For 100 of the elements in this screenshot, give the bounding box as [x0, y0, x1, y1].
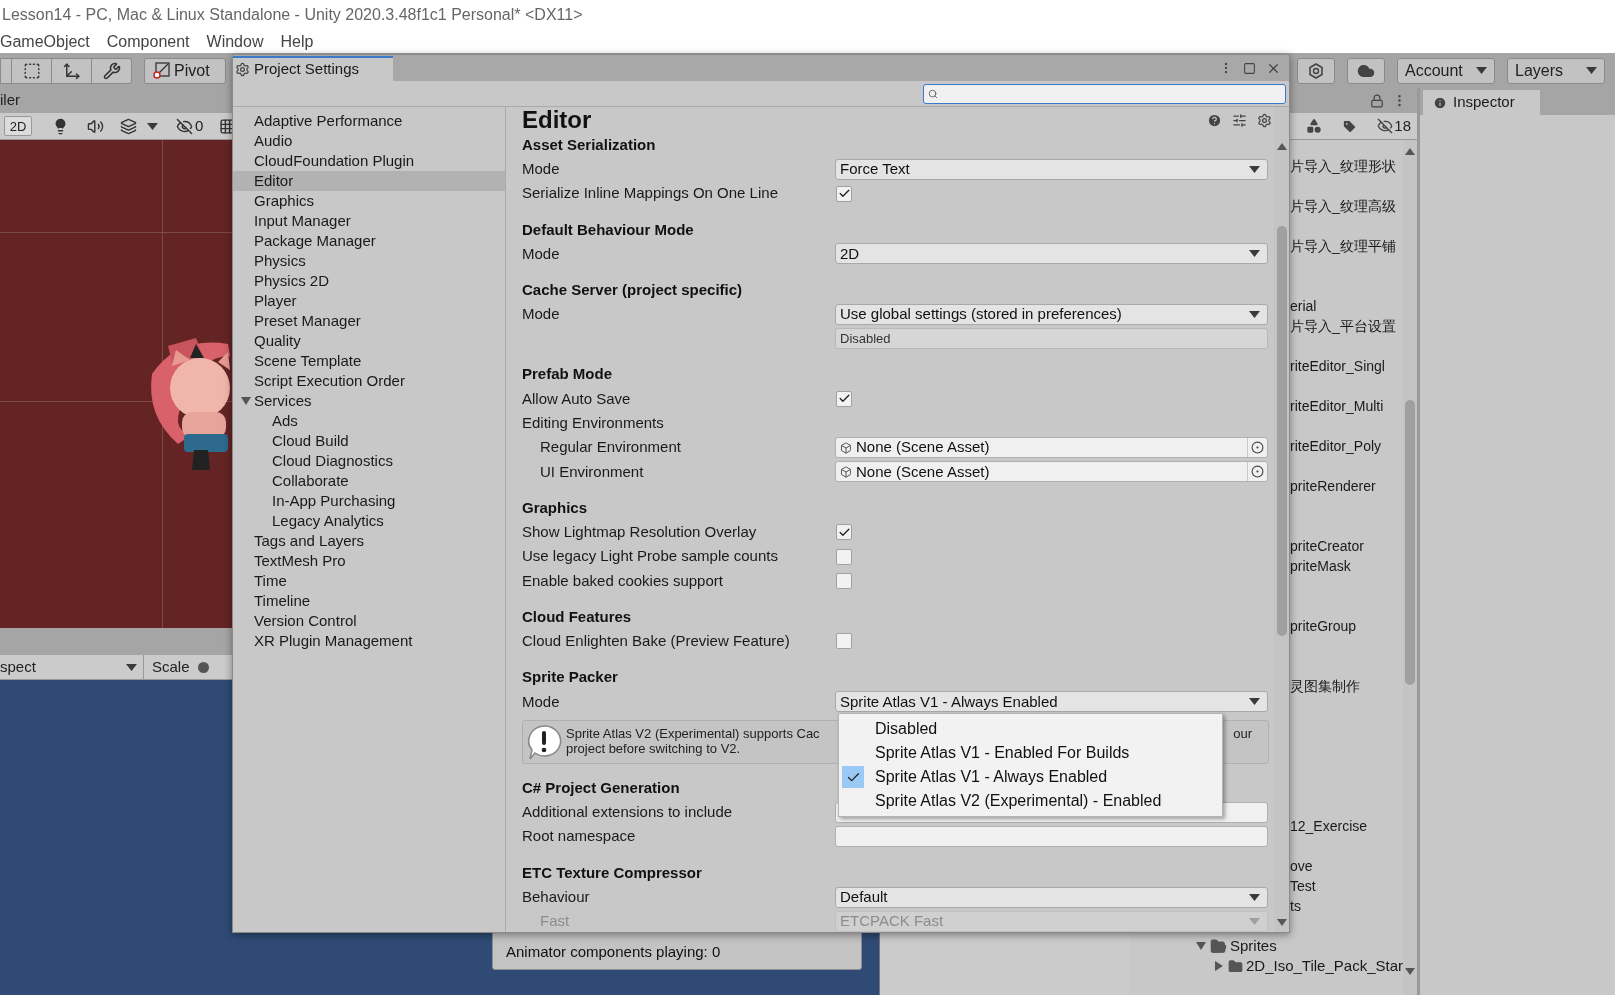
asset-item[interactable]: riteEditor_Poly: [1290, 435, 1382, 457]
audio-icon[interactable]: [87, 117, 104, 135]
preset-icon[interactable]: [1232, 112, 1247, 128]
asset-item[interactable]: Test: [1290, 875, 1316, 897]
asset-item[interactable]: 灵图集制作: [1290, 675, 1360, 697]
asset-item[interactable]: ove: [1290, 855, 1313, 877]
category-item[interactable]: In-App Purchasing: [233, 491, 505, 511]
asset-item[interactable]: riteEditor_Multi: [1290, 395, 1384, 417]
category-item[interactable]: Tags and Layers: [233, 531, 505, 551]
tree-item[interactable]: Sprites: [1130, 936, 1403, 956]
asset-item[interactable]: priteRenderer: [1290, 475, 1376, 497]
category-item[interactable]: Preset Manager: [233, 311, 505, 331]
search-field[interactable]: [923, 83, 1286, 104]
scale-slider-thumb[interactable]: [197, 661, 209, 673]
asset-item[interactable]: 片导入_纹理形状: [1290, 155, 1396, 177]
scroll-up-icon[interactable]: [1405, 148, 1415, 155]
menu-option[interactable]: Disabled: [839, 717, 1222, 741]
category-item[interactable]: Timeline: [233, 591, 505, 611]
category-item[interactable]: Cloud Build: [233, 431, 505, 451]
expand-arrow-icon[interactable]: [240, 395, 252, 407]
category-item[interactable]: Legacy Analytics: [233, 511, 505, 531]
dropdown[interactable]: Default: [835, 886, 1268, 908]
category-item[interactable]: TextMesh Pro: [233, 551, 505, 571]
category-item[interactable]: Version Control: [233, 611, 505, 631]
category-item[interactable]: Cloud Diagnostics: [233, 451, 505, 471]
panel-tab[interactable]: iler: [0, 89, 20, 112]
account-dropdown[interactable]: Account: [1397, 57, 1495, 84]
scroll-down-icon[interactable]: [1276, 919, 1287, 926]
tree-item[interactable]: 2D_Iso_Tile_Pack_Star: [1130, 956, 1403, 976]
asset-item[interactable]: 片导入_纹理平铺: [1290, 235, 1396, 257]
category-item[interactable]: Scene Template: [233, 351, 505, 371]
dropdown[interactable]: 2D: [835, 243, 1268, 265]
label-filter-icon[interactable]: [1342, 118, 1358, 134]
category-item[interactable]: Editor: [233, 171, 505, 191]
maximize-icon[interactable]: [1243, 61, 1256, 75]
asset-item[interactable]: 片导入_平台设置: [1290, 315, 1396, 337]
expand-arrow-icon[interactable]: [1213, 960, 1225, 972]
category-item[interactable]: Quality: [233, 331, 505, 351]
category-item[interactable]: Package Manager: [233, 231, 505, 251]
aspect-dropdown[interactable]: spect: [0, 655, 144, 679]
category-item[interactable]: Physics: [233, 251, 505, 271]
window-tab[interactable]: Project Settings: [233, 56, 393, 81]
target-icon[interactable]: [1251, 465, 1264, 479]
inspector-tab[interactable]: Inspector: [1423, 90, 1540, 115]
text-field[interactable]: [835, 826, 1268, 848]
cloud-button[interactable]: [1347, 57, 1385, 84]
asset-item[interactable]: riteEditor_Singl: [1290, 355, 1385, 377]
category-item[interactable]: Adaptive Performance: [233, 111, 505, 131]
category-item[interactable]: Graphics: [233, 191, 505, 211]
dropdown[interactable]: Sprite Atlas V1 - Always Enabled: [835, 691, 1268, 713]
hidden-objects-icon[interactable]: [1377, 118, 1394, 134]
target-icon[interactable]: [1251, 441, 1264, 455]
menu-option[interactable]: Sprite Atlas V1 - Always Enabled: [839, 765, 1222, 789]
asset-item[interactable]: 12_Exercise: [1290, 815, 1368, 837]
pivot-button[interactable]: Pivot: [144, 57, 226, 84]
category-item[interactable]: Ads: [233, 411, 505, 431]
asset-item[interactable]: 片导入_纹理高级: [1290, 195, 1396, 217]
expand-arrow-icon[interactable]: [1195, 940, 1207, 952]
checkbox[interactable]: [836, 633, 852, 650]
menu-item[interactable]: Component: [106, 29, 190, 54]
asset-item[interactable]: priteMask: [1290, 555, 1351, 577]
settings-icon[interactable]: [1257, 112, 1272, 128]
asset-item[interactable]: priteCreator: [1290, 535, 1364, 557]
asset-item[interactable]: priteGroup: [1290, 615, 1357, 637]
dropdown[interactable]: Use global settings (stored in preferences): [835, 303, 1268, 325]
menu-item[interactable]: GameObject: [0, 29, 90, 54]
category-item[interactable]: CloudFoundation Plugin: [233, 151, 505, 171]
help-icon[interactable]: [1207, 112, 1222, 128]
asset-item[interactable]: ts: [1290, 895, 1301, 917]
category-item[interactable]: Collaborate: [233, 471, 505, 491]
category-item[interactable]: Time: [233, 571, 505, 591]
category-item[interactable]: XR Plugin Management: [233, 631, 505, 651]
layers-dropdown[interactable]: Layers: [1507, 57, 1605, 84]
collab-button[interactable]: [1297, 57, 1335, 84]
checkbox[interactable]: [836, 524, 852, 541]
checkbox[interactable]: [836, 548, 852, 565]
lock-icon[interactable]: [1370, 93, 1384, 108]
category-item[interactable]: Physics 2D: [233, 271, 505, 291]
menu-item[interactable]: Help: [280, 29, 314, 54]
menu-option[interactable]: Sprite Atlas V2 (Experimental) - Enabled: [839, 789, 1222, 813]
scrollbar-thumb[interactable]: [1276, 226, 1287, 636]
category-item[interactable]: Script Execution Order: [233, 371, 505, 391]
category-item[interactable]: Input Manager: [233, 211, 505, 231]
hidden-objects-icon[interactable]: [176, 117, 193, 135]
type-filter-icon[interactable]: [1306, 118, 1323, 134]
checkbox[interactable]: [836, 185, 852, 202]
scrollbar-thumb[interactable]: [1405, 400, 1415, 685]
menu-option[interactable]: Sprite Atlas V1 - Enabled For Builds: [839, 741, 1222, 765]
category-item[interactable]: Audio: [233, 131, 505, 151]
dropdown[interactable]: Force Text: [835, 158, 1268, 180]
checkbox[interactable]: [836, 390, 852, 407]
scroll-up-icon[interactable]: [1276, 143, 1287, 150]
2d-toggle[interactable]: 2D: [4, 116, 32, 136]
object-field[interactable]: None (Scene Asset): [835, 437, 1268, 459]
object-field[interactable]: None (Scene Asset): [835, 461, 1268, 483]
effects-icon[interactable]: [120, 117, 137, 135]
category-item[interactable]: Player: [233, 291, 505, 311]
menu-item[interactable]: Window: [206, 29, 264, 54]
category-item[interactable]: Services: [233, 391, 505, 411]
scroll-down-icon[interactable]: [1405, 968, 1415, 975]
